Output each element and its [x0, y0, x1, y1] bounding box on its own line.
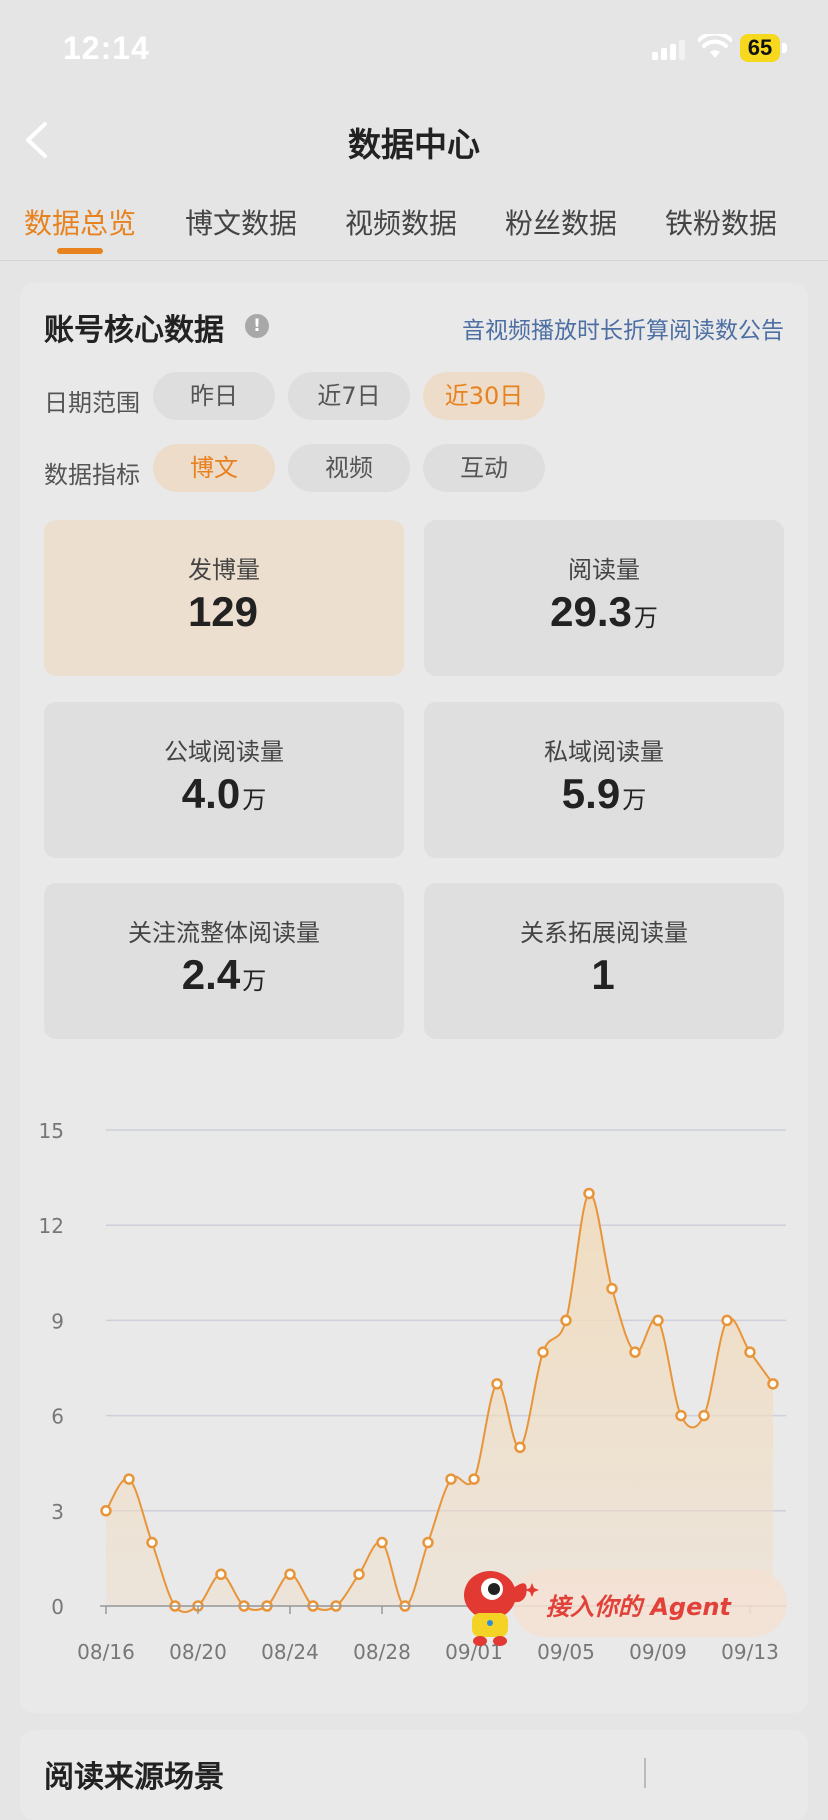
metric-option-video[interactable]: 视频: [288, 444, 410, 492]
read-source-card: 阅读来源场景: [20, 1730, 808, 1820]
y-tick-label: 6: [51, 1405, 64, 1429]
tab-overview[interactable]: 数据总览: [24, 202, 136, 242]
tab-iron-fans-data[interactable]: 铁粉数据: [665, 202, 777, 242]
chart-data-point: [399, 1600, 411, 1612]
chart-data-point: [238, 1600, 250, 1612]
chart-data-point: [606, 1282, 618, 1295]
metric-tile-relation-reads[interactable]: 关系拓展阅读量 1: [424, 883, 784, 1039]
metric-label: 阅读量: [568, 556, 640, 584]
status-bar: 12:14 65: [0, 0, 828, 100]
active-tab-indicator: [57, 248, 103, 254]
chart-data-point: [284, 1568, 296, 1581]
chart-data-point: [307, 1600, 319, 1612]
date-range-label: 日期范围: [44, 389, 140, 417]
info-icon[interactable]: !: [245, 314, 269, 338]
metric-value: 29.3万: [550, 588, 658, 635]
chart-data-point: [652, 1314, 664, 1327]
tab-bar: 数据总览 博文数据 视频数据 粉丝数据 铁粉数据: [0, 190, 828, 261]
tab-post-data[interactable]: 博文数据: [185, 202, 297, 242]
scroll-indicator: [644, 1758, 658, 1788]
chart-data-point: [100, 1505, 112, 1517]
battery-icon: 65: [740, 34, 788, 62]
nav-bar: 数据中心: [0, 100, 828, 180]
x-tick-label: 08/16: [77, 1640, 135, 1664]
date-option-7d[interactable]: 近7日: [288, 372, 410, 420]
metric-option-post[interactable]: 博文: [153, 444, 275, 492]
chart-data-point: [422, 1536, 434, 1549]
chart-data-point: [698, 1409, 710, 1422]
date-option-yesterday[interactable]: 昨日: [153, 372, 275, 420]
y-tick-label: 15: [39, 1119, 64, 1143]
agent-button[interactable]: 接入你的 Agent: [452, 1555, 790, 1647]
metric-label: 发博量: [188, 556, 260, 584]
chart-data-point: [514, 1441, 526, 1454]
chart-data-point: [353, 1568, 365, 1581]
x-tick-label: 08/28: [353, 1640, 411, 1664]
chart-data-point: [261, 1600, 273, 1612]
chart-data-point: [376, 1536, 388, 1549]
chart-series-line: [105, 1192, 774, 1614]
metric-value: 4.0万: [181, 770, 267, 817]
chart-data-point: [169, 1600, 181, 1612]
chart-data-point: [123, 1473, 135, 1485]
date-option-30d[interactable]: 近30日: [423, 372, 545, 420]
metric-option-interaction[interactable]: 互动: [423, 444, 545, 492]
chart-data-point: [537, 1346, 549, 1358]
notice-link[interactable]: 音视频播放时长折算阅读数公告: [462, 311, 784, 345]
metric-value: 5.9万: [561, 770, 647, 817]
wifi-icon: [698, 34, 732, 58]
mascot-icon: [464, 1571, 539, 1646]
chart-data-point: [721, 1314, 733, 1327]
chart-data-point: [146, 1536, 158, 1549]
metric-label: 私域阅读量: [544, 738, 664, 766]
section-title: 账号核心数据: [44, 313, 224, 348]
metric-label: 关注流整体阅读量: [128, 919, 320, 947]
chart-data-point: [330, 1600, 342, 1612]
chart-data-point: [629, 1346, 641, 1358]
cellular-signal-icon: [652, 38, 686, 60]
metric-value: 129: [187, 588, 259, 635]
metric-type-label: 数据指标: [44, 461, 140, 489]
y-tick-label: 12: [39, 1214, 64, 1238]
battery-level: 65: [740, 34, 780, 62]
x-tick-label: 08/20: [169, 1640, 227, 1664]
tab-video-data[interactable]: 视频数据: [345, 202, 457, 242]
y-tick-label: 0: [51, 1595, 64, 1619]
metric-value: 1: [591, 951, 615, 998]
metric-value: 2.4万: [181, 951, 267, 998]
metric-tile-reads[interactable]: 阅读量 29.3万: [424, 520, 784, 676]
chart-data-point: [192, 1600, 204, 1612]
y-tick-label: 9: [51, 1309, 64, 1333]
metric-tile-public-reads[interactable]: 公域阅读量 4.0万: [44, 702, 404, 858]
metric-label: 公域阅读量: [164, 738, 284, 766]
page-title: 数据中心: [348, 125, 480, 164]
chart-data-point: [744, 1346, 756, 1358]
chart-data-point: [583, 1187, 595, 1200]
chart-data-point: [445, 1473, 457, 1485]
agent-button-label: 接入你的 Agent: [546, 1593, 731, 1621]
chart-area-fill: [106, 1193, 773, 1613]
chart-data-point: [675, 1409, 687, 1422]
metric-tile-posts[interactable]: 发博量 129: [44, 520, 404, 676]
metric-label: 关系拓展阅读量: [520, 919, 688, 947]
chart-data-point: [215, 1568, 227, 1581]
x-tick-label: 08/24: [261, 1640, 319, 1664]
metric-tile-private-reads[interactable]: 私域阅读量 5.9万: [424, 702, 784, 858]
core-data-card: 账号核心数据 ! 音视频播放时长折算阅读数公告 日期范围 昨日 近7日 近30日…: [20, 283, 808, 1713]
metric-tile-follow-feed-reads[interactable]: 关注流整体阅读量 2.4万: [44, 883, 404, 1039]
status-time: 12:14: [63, 30, 150, 66]
section-title: 阅读来源场景: [44, 1760, 224, 1795]
tab-fans-data[interactable]: 粉丝数据: [505, 202, 617, 242]
chart-data-point: [767, 1378, 779, 1390]
chart-data-point: [560, 1314, 572, 1327]
chart-data-point: [468, 1473, 480, 1485]
y-tick-label: 3: [51, 1500, 64, 1524]
chart-data-point: [491, 1378, 503, 1390]
